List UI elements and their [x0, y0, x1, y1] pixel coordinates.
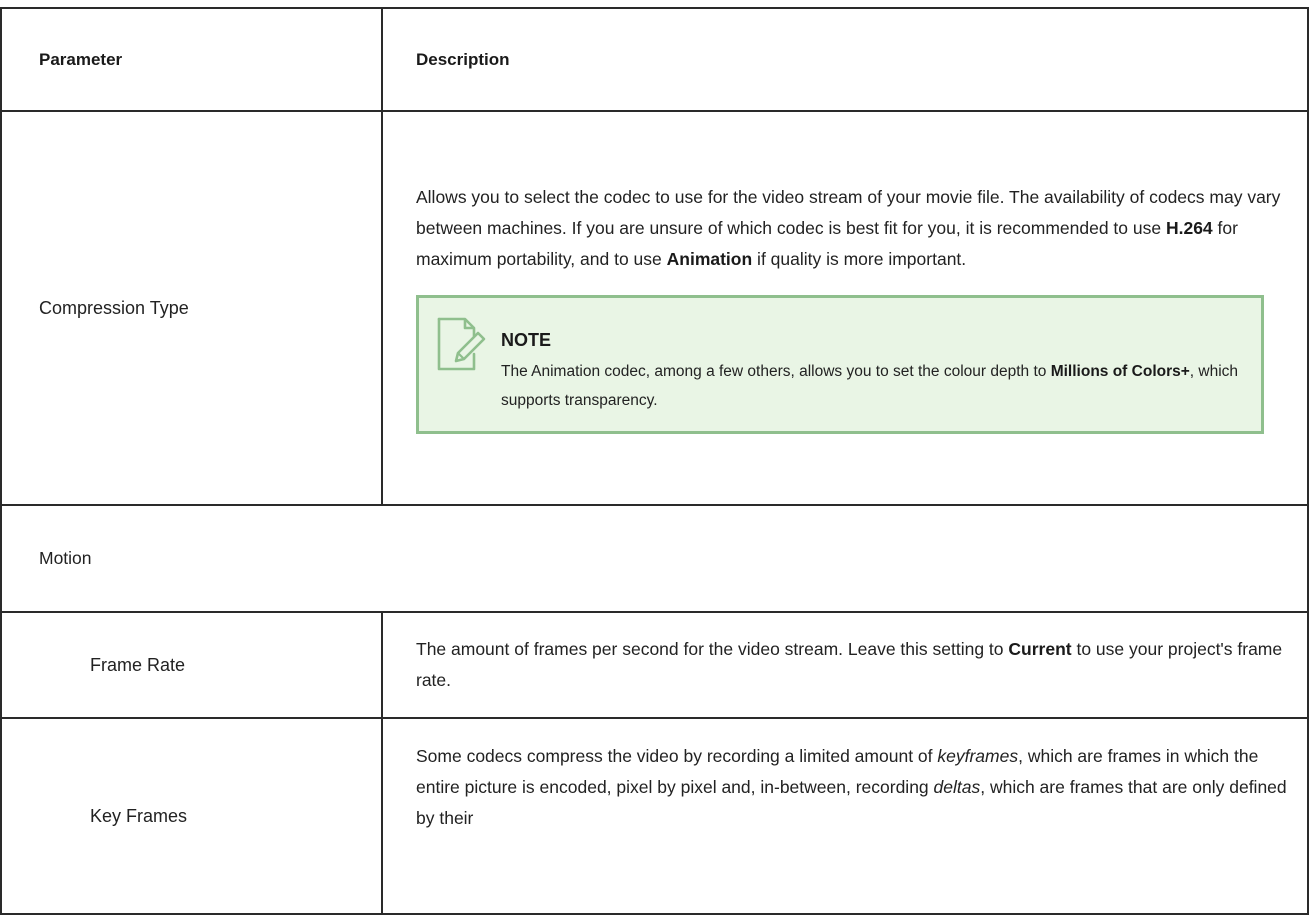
description-key-frames: Some codecs compress the video by record…	[381, 717, 1309, 915]
note-pencil-icon	[437, 317, 486, 371]
table-section-row: Motion	[0, 504, 1309, 613]
header-parameter: Parameter	[0, 7, 383, 112]
parameters-table: Parameter Description Compression Type A…	[0, 7, 1309, 915]
table-header-row: Parameter Description	[0, 7, 1309, 112]
description-frame-rate: The amount of frames per second for the …	[381, 611, 1309, 719]
param-key-frames: Key Frames	[0, 717, 383, 915]
note-box: NOTE The Animation codec, among a few ot…	[416, 295, 1264, 434]
section-motion: Motion	[0, 504, 1309, 613]
description-compression-type: Allows you to select the codec to use fo…	[381, 110, 1309, 506]
note-text: The Animation codec, among a few others,…	[501, 363, 1239, 409]
header-description: Description	[381, 7, 1309, 112]
param-frame-rate: Frame Rate	[0, 611, 383, 719]
note-title: NOTE	[501, 330, 552, 350]
param-compression-type: Compression Type	[0, 110, 383, 506]
table-row: Compression Type Allows you to select th…	[0, 110, 1309, 506]
table-row: Key Frames Some codecs compress the vide…	[0, 717, 1309, 915]
table-row: Frame Rate The amount of frames per seco…	[0, 611, 1309, 719]
